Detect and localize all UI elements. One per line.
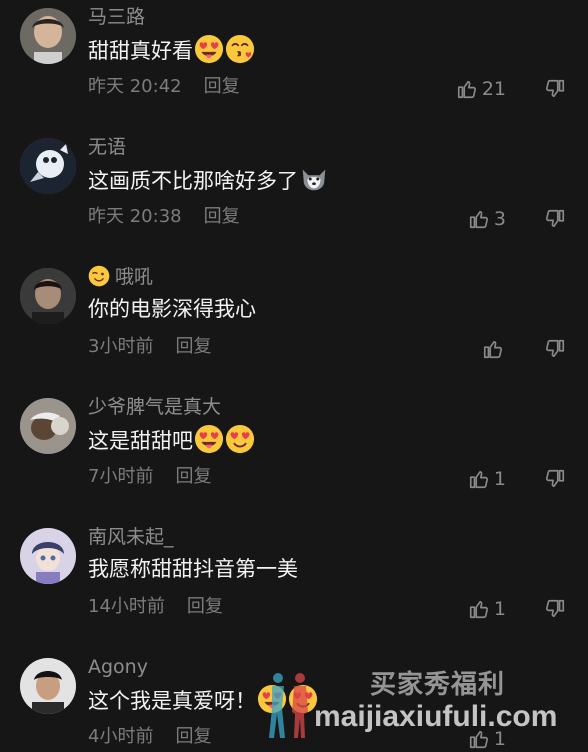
thumb-up-icon xyxy=(456,78,478,100)
like-count: 1 xyxy=(493,468,506,490)
comment-time: 7小时前 xyxy=(88,466,154,487)
like-button[interactable]: 21 xyxy=(456,76,506,102)
username[interactable]: Agony xyxy=(88,654,148,680)
comment-item: 无语 这画质不比那啥好多了 昨天 20:38 回复 3 xyxy=(0,130,588,260)
comment-time: 昨天 20:38 xyxy=(88,206,182,227)
heart-eyes-tongue-emoji-icon xyxy=(257,684,287,714)
kiss-heart-emoji-icon xyxy=(225,34,255,64)
username[interactable]: 无语 xyxy=(88,134,126,160)
comment-item: 哦吼 你的电影深得我心 3小时前 回复 xyxy=(0,260,588,390)
comment-time: 4小时前 xyxy=(88,726,154,747)
reply-button[interactable]: 回复 xyxy=(187,596,223,617)
reply-button[interactable]: 回复 xyxy=(175,726,211,747)
thumb-up-icon xyxy=(468,468,490,490)
thumb-down-icon xyxy=(544,208,566,230)
husky-emoji-icon xyxy=(299,164,329,194)
comment-text: 这是甜甜吧 xyxy=(88,424,255,456)
heart-eyes-tongue-emoji-icon xyxy=(194,34,224,64)
like-count: 21 xyxy=(481,78,506,100)
avatar[interactable] xyxy=(20,398,76,454)
reply-button[interactable]: 回复 xyxy=(204,206,240,227)
dislike-button[interactable] xyxy=(544,338,566,360)
comment-item: 马三路 甜甜真好看 昨天 20:42 回复 21 xyxy=(0,0,588,130)
avatar[interactable] xyxy=(20,8,76,64)
heart-eyes-emoji-icon xyxy=(288,684,318,714)
like-button[interactable]: 1 xyxy=(468,466,506,492)
avatar[interactable] xyxy=(20,528,76,584)
comment-text: 我愿称甜甜抖音第一美 xyxy=(88,557,298,581)
comment-meta: 昨天 20:42 回复 xyxy=(88,74,240,100)
username[interactable]: 南风未起_ xyxy=(88,524,174,550)
dislike-button[interactable] xyxy=(544,598,566,620)
avatar[interactable] xyxy=(20,268,76,324)
comment-item: Agony 这个我是真爱呀！ 4小时前 回复 1 xyxy=(0,650,588,751)
dislike-button[interactable] xyxy=(544,78,566,100)
comment-meta: 3小时前 回复 xyxy=(88,334,211,360)
username[interactable]: 少爷脾气是真大 xyxy=(88,394,221,420)
username[interactable]: 马三路 xyxy=(88,4,145,30)
dislike-button[interactable] xyxy=(544,468,566,490)
thumb-up-icon xyxy=(468,598,490,620)
heart-eyes-emoji-icon xyxy=(225,424,255,454)
thumb-down-icon xyxy=(544,78,566,100)
reply-button[interactable]: 回复 xyxy=(175,336,211,357)
avatar[interactable] xyxy=(20,658,76,714)
like-button[interactable] xyxy=(482,336,504,362)
avatar[interactable] xyxy=(20,138,76,194)
like-button[interactable]: 3 xyxy=(468,206,506,232)
comment-meta: 4小时前 回复 xyxy=(88,724,211,750)
thumb-down-icon xyxy=(544,598,566,620)
reply-button[interactable]: 回复 xyxy=(175,466,211,487)
thumb-up-icon xyxy=(468,208,490,230)
like-button[interactable]: 1 xyxy=(468,726,506,752)
comment-text: 甜甜真好看 xyxy=(88,34,255,66)
comment-time: 昨天 20:42 xyxy=(88,76,182,97)
thumb-up-icon xyxy=(468,728,490,750)
wink-emoji-icon xyxy=(88,265,110,287)
comment-meta: 昨天 20:38 回复 xyxy=(88,204,240,230)
comment-item: 南风未起_ 我愿称甜甜抖音第一美 14小时前 回复 1 xyxy=(0,520,588,650)
username[interactable]: 哦吼 xyxy=(88,264,153,290)
reply-button[interactable]: 回复 xyxy=(204,76,240,97)
comment-meta: 14小时前 回复 xyxy=(88,594,223,620)
like-button[interactable]: 1 xyxy=(468,596,506,622)
comment-text: 你的电影深得我心 xyxy=(88,297,256,321)
like-count: 1 xyxy=(493,728,506,750)
comment-item: 少爷脾气是真大 这是甜甜吧 7小时前 回复 1 xyxy=(0,390,588,520)
dislike-button[interactable] xyxy=(544,208,566,230)
thumb-down-icon xyxy=(544,468,566,490)
heart-eyes-tongue-emoji-icon xyxy=(194,424,224,454)
like-count: 3 xyxy=(493,208,506,230)
thumb-down-icon xyxy=(544,338,566,360)
comment-time: 14小时前 xyxy=(88,596,165,617)
comment-text: 这画质不比那啥好多了 xyxy=(88,164,329,196)
comment-text: 这个我是真爱呀！ xyxy=(88,684,318,716)
thumb-up-icon xyxy=(482,338,504,360)
like-count: 1 xyxy=(493,598,506,620)
comment-time: 3小时前 xyxy=(88,336,154,357)
comment-meta: 7小时前 回复 xyxy=(88,464,211,490)
